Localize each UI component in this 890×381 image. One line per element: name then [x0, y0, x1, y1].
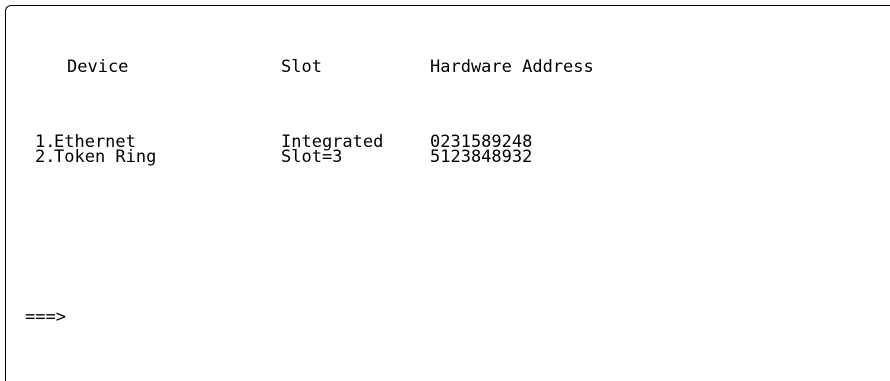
header-hardware-address: Hardware Address: [430, 57, 594, 77]
header-slot: Slot: [281, 57, 322, 77]
row-number: 2.: [35, 147, 56, 167]
header-device: Device: [67, 57, 129, 77]
row-slot: Slot=3: [281, 147, 343, 167]
command-prompt[interactable]: ===>: [25, 309, 66, 326]
row-device: Token Ring: [54, 147, 157, 167]
row-hardware-address: 5123848932: [430, 147, 533, 167]
